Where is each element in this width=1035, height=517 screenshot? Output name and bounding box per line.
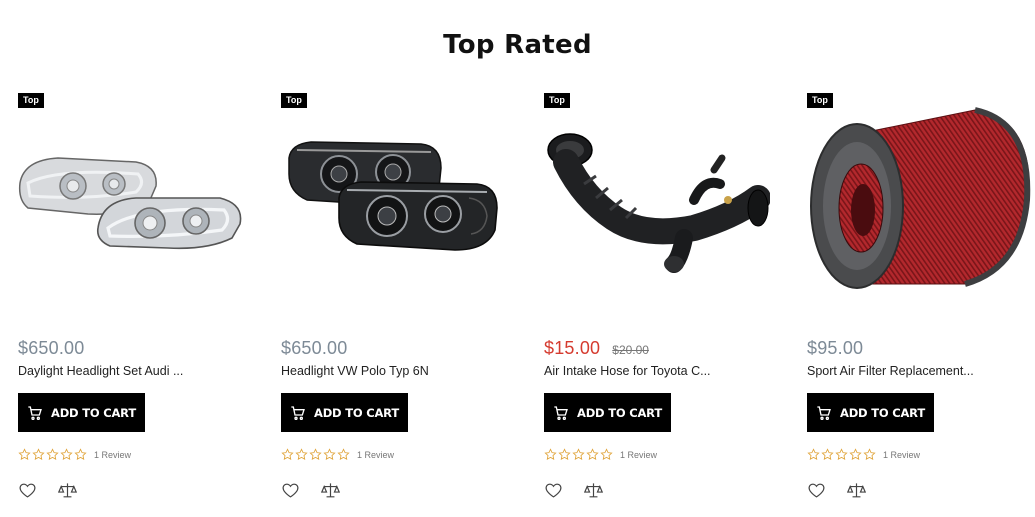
top-badge: Top [18, 93, 44, 108]
product-image-link[interactable]: Top [18, 88, 244, 313]
add-to-cart-label: ADD TO CART [51, 405, 136, 420]
price: $95.00 [807, 338, 864, 358]
cart-icon [554, 405, 568, 420]
product-title-link[interactable]: Air Intake Hose for Toyota C... [544, 364, 770, 378]
product-title-link[interactable]: Sport Air Filter Replacement... [807, 364, 1033, 378]
star-outline-icon [849, 448, 862, 460]
cart-icon [28, 405, 42, 420]
top-badge: Top [544, 93, 570, 108]
star-outline-icon [863, 448, 876, 460]
cart-icon [291, 405, 305, 420]
star-outline-icon [558, 448, 571, 460]
review-count-link[interactable]: 1 Review [357, 450, 394, 460]
star-rating [281, 448, 350, 461]
product-title-link[interactable]: Daylight Headlight Set Audi ... [18, 364, 244, 378]
product-card: Top $650.00 Daylight Headlight Set Audi … [18, 88, 258, 517]
add-to-cart-label: ADD TO CART [314, 405, 399, 420]
star-outline-icon [600, 448, 613, 460]
star-outline-icon [544, 448, 557, 460]
price: $650.00 [281, 338, 348, 358]
star-rating [544, 448, 613, 461]
heart-icon[interactable] [281, 481, 300, 500]
star-outline-icon [337, 448, 350, 460]
add-to-cart-label: ADD TO CART [840, 405, 925, 420]
product-title-link[interactable]: Headlight VW Polo Typ 6N [281, 364, 507, 378]
star-outline-icon [295, 448, 308, 460]
review-count-link[interactable]: 1 Review [94, 450, 131, 460]
star-outline-icon [74, 448, 87, 460]
add-to-cart-button[interactable]: ADD TO CART [281, 393, 408, 432]
add-to-cart-button[interactable]: ADD TO CART [18, 393, 145, 432]
star-outline-icon [821, 448, 834, 460]
compare-scale-icon[interactable] [847, 481, 866, 500]
section-title: Top Rated [443, 30, 592, 60]
star-outline-icon [60, 448, 73, 460]
price: $650.00 [18, 338, 85, 358]
add-to-cart-label: ADD TO CART [577, 405, 662, 420]
star-outline-icon [807, 448, 820, 460]
compare-scale-icon[interactable] [58, 481, 77, 500]
star-outline-icon [18, 448, 31, 460]
star-outline-icon [281, 448, 294, 460]
top-badge: Top [281, 93, 307, 108]
product-image-link[interactable]: Top [281, 88, 507, 313]
top-badge: Top [807, 93, 833, 108]
sale-price: $15.00 [544, 338, 601, 358]
star-outline-icon [309, 448, 322, 460]
product-image-link[interactable]: Top [807, 88, 1033, 313]
product-card: Top $15.00 $20.00 Air Intake Hose for To… [544, 88, 784, 517]
product-grid: Top $650.00 Daylight Headlight Set Audi … [0, 88, 1035, 517]
star-outline-icon [323, 448, 336, 460]
compare-scale-icon[interactable] [584, 481, 603, 500]
review-count-link[interactable]: 1 Review [620, 450, 657, 460]
old-price: $20.00 [612, 343, 649, 357]
heart-icon[interactable] [18, 481, 37, 500]
star-outline-icon [586, 448, 599, 460]
star-outline-icon [32, 448, 45, 460]
add-to-cart-button[interactable]: ADD TO CART [544, 393, 671, 432]
air-filter-image [810, 107, 1031, 289]
cart-icon [817, 405, 831, 420]
star-outline-icon [46, 448, 59, 460]
compare-scale-icon[interactable] [321, 481, 340, 500]
heart-icon[interactable] [544, 481, 563, 500]
headlight-image [18, 157, 242, 250]
star-outline-icon [835, 448, 848, 460]
star-rating [807, 448, 876, 461]
product-card: Top $95.00 Sport Air Filter Replacement.… [807, 88, 1035, 517]
product-image-link[interactable]: Top [544, 88, 770, 313]
add-to-cart-button[interactable]: ADD TO CART [807, 393, 934, 432]
review-count-link[interactable]: 1 Review [883, 450, 920, 460]
heart-icon[interactable] [807, 481, 826, 500]
product-card: Top $650.00 Headlight VW Polo Typ 6N ADD… [281, 88, 521, 517]
star-outline-icon [572, 448, 585, 460]
headlight-image [288, 141, 498, 251]
star-rating [18, 448, 87, 461]
air-intake-hose-image [547, 133, 770, 273]
